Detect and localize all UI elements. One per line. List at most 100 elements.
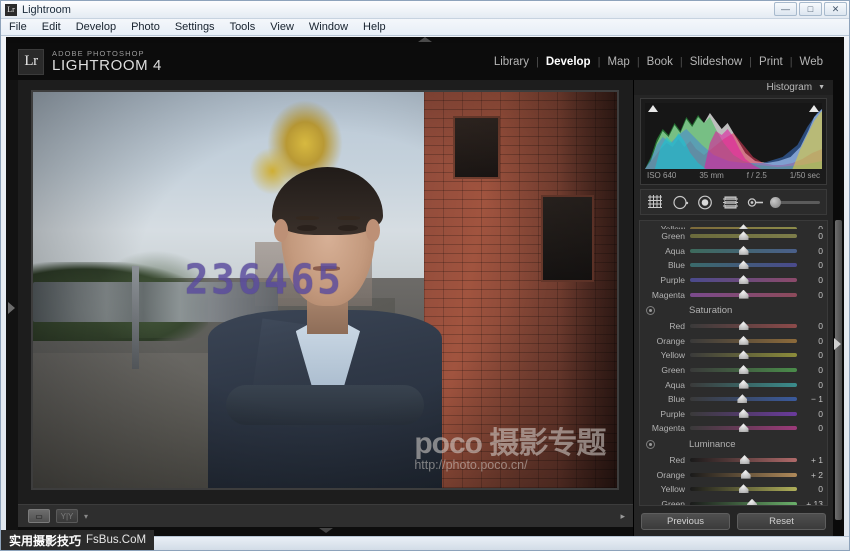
chevron-down-icon[interactable]: ▼	[818, 84, 825, 91]
menu-file[interactable]: File	[9, 21, 27, 33]
slider-row[interactable]: Green+ 13	[640, 497, 827, 507]
slider-track[interactable]	[690, 397, 797, 401]
slider-knob[interactable]	[739, 336, 749, 345]
slider-knob[interactable]	[747, 499, 757, 506]
menu-photo[interactable]: Photo	[131, 21, 160, 33]
histogram-panel[interactable]: ISO 640 35 mm f / 2.5 1/50 sec	[640, 98, 827, 185]
red-eye-icon[interactable]	[697, 194, 714, 211]
menu-edit[interactable]: Edit	[42, 21, 61, 33]
maximize-button[interactable]: □	[799, 2, 822, 16]
slider-row[interactable]: Green0	[640, 229, 827, 244]
slider-track[interactable]	[690, 263, 797, 267]
module-print[interactable]: Print	[752, 56, 790, 68]
loupe-view-button[interactable]: ▭	[28, 509, 50, 523]
module-book[interactable]: Book	[640, 56, 680, 68]
slider-row[interactable]: Magenta0	[640, 421, 827, 436]
close-button[interactable]: ✕	[824, 2, 847, 16]
slider-track[interactable]	[690, 368, 797, 372]
slider-row[interactable]: Purple0	[640, 407, 827, 422]
histogram-highlight-clipping-icon[interactable]	[809, 105, 819, 112]
slider-track[interactable]	[690, 473, 797, 477]
slider-knob[interactable]	[739, 380, 749, 389]
slider-track[interactable]	[690, 353, 797, 357]
menu-window[interactable]: Window	[309, 21, 348, 33]
slider-knob[interactable]	[739, 350, 749, 359]
slider-knob[interactable]	[737, 394, 747, 403]
slider-row[interactable]: Orange0	[640, 334, 827, 349]
brush-size-slider[interactable]	[774, 201, 820, 204]
histogram-graph[interactable]	[645, 103, 822, 169]
menu-tools[interactable]: Tools	[230, 21, 256, 33]
slider-knob[interactable]	[740, 455, 750, 464]
crop-tool-icon[interactable]	[647, 194, 664, 211]
slider-track[interactable]	[690, 234, 797, 238]
slider-track[interactable]	[690, 293, 797, 297]
slider-row[interactable]: Yellow0	[640, 348, 827, 363]
slider-row[interactable]: Green0	[640, 363, 827, 378]
spot-removal-icon[interactable]	[672, 194, 689, 211]
slider-row[interactable]: Aqua0	[640, 377, 827, 392]
slider-knob[interactable]	[739, 423, 749, 432]
slider-knob[interactable]	[739, 409, 749, 418]
menu-view[interactable]: View	[270, 21, 294, 33]
reset-button[interactable]: Reset	[737, 513, 826, 530]
scrollbar-thumb[interactable]	[835, 220, 842, 520]
module-slideshow[interactable]: Slideshow	[683, 56, 749, 68]
slider-row[interactable]: Red+ 1	[640, 453, 827, 468]
top-panel-collapse-arrow[interactable]	[418, 37, 432, 42]
slider-row[interactable]: Red0	[640, 319, 827, 334]
previous-button[interactable]: Previous	[641, 513, 730, 530]
module-develop[interactable]: Develop	[539, 56, 598, 68]
photo-image[interactable]: 236465 poco 摄影专题 http://photo.poco.cn/	[33, 92, 617, 488]
slider-knob[interactable]	[739, 275, 749, 284]
slider-track[interactable]	[690, 412, 797, 416]
slider-track[interactable]	[690, 227, 797, 229]
slider-knob[interactable]	[739, 231, 749, 240]
slider-row[interactable]: Yellow0	[640, 482, 827, 497]
slider-track[interactable]	[690, 324, 797, 328]
slider-knob[interactable]	[739, 246, 749, 255]
slider-row[interactable]: Aqua0	[640, 244, 827, 259]
slider-track[interactable]	[690, 339, 797, 343]
identity-plate[interactable]: Lr ADOBE PHOTOSHOP LIGHTROOM 4	[18, 49, 162, 75]
slider-knob[interactable]	[739, 224, 749, 229]
right-panel-expand-arrow[interactable]	[834, 338, 841, 350]
right-panel-scrollbar[interactable]	[833, 80, 844, 536]
slider-row[interactable]: Blue0	[640, 258, 827, 273]
slider-track[interactable]	[690, 502, 797, 506]
menu-help[interactable]: Help	[363, 21, 386, 33]
target-adjustment-tool-icon[interactable]	[646, 306, 655, 315]
slider-knob[interactable]	[741, 470, 751, 479]
menu-develop[interactable]: Develop	[76, 21, 116, 33]
view-options-caret-icon[interactable]: ▾	[84, 512, 88, 521]
minimize-button[interactable]: —	[774, 2, 797, 16]
target-adjustment-tool-icon[interactable]	[646, 440, 655, 449]
brush-size-knob[interactable]	[770, 197, 781, 208]
filmstrip-collapse-arrow[interactable]	[319, 528, 333, 533]
slider-row[interactable]: Purple0	[640, 273, 827, 288]
slider-knob[interactable]	[739, 290, 749, 299]
left-panel-expand-arrow[interactable]	[8, 302, 15, 314]
slider-track[interactable]	[690, 249, 797, 253]
graduated-filter-icon[interactable]	[722, 194, 739, 211]
menu-settings[interactable]: Settings	[175, 21, 215, 33]
module-map[interactable]: Map	[600, 56, 636, 68]
slider-row[interactable]: Orange+ 2	[640, 467, 827, 482]
compare-view-button[interactable]: Y|Y	[56, 509, 78, 523]
slider-knob[interactable]	[739, 321, 749, 330]
slider-row[interactable]: Yellow 0	[640, 222, 827, 229]
slider-knob[interactable]	[739, 260, 749, 269]
slider-row[interactable]: Blue− 1	[640, 392, 827, 407]
slider-track[interactable]	[690, 487, 797, 491]
slider-track[interactable]	[690, 426, 797, 430]
left-panel-collapsed[interactable]	[6, 80, 18, 536]
histogram-panel-header[interactable]: Histogram ▼	[634, 80, 833, 95]
module-library[interactable]: Library	[487, 56, 536, 68]
adjustment-brush-icon[interactable]	[747, 194, 764, 211]
slider-track[interactable]	[690, 458, 797, 462]
slider-track[interactable]	[690, 383, 797, 387]
toolbar-overflow-caret-icon[interactable]: ▸	[620, 511, 625, 522]
slider-knob[interactable]	[739, 484, 749, 493]
slider-row[interactable]: Magenta0	[640, 287, 827, 302]
image-canvas[interactable]: 236465 poco 摄影专题 http://photo.poco.cn/	[18, 80, 633, 504]
